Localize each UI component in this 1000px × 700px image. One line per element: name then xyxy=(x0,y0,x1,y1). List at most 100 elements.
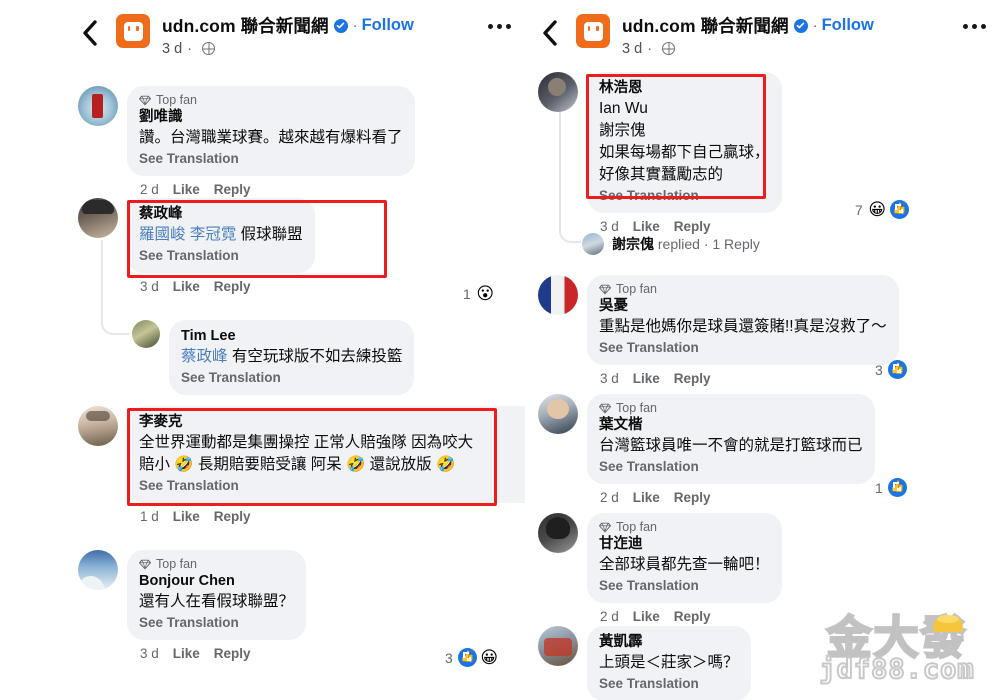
reply-button[interactable]: Reply xyxy=(674,371,711,386)
like-thumb-icon: 👍 xyxy=(887,478,907,497)
reply-button[interactable]: Reply xyxy=(674,219,711,234)
reaction-summary[interactable]: 3 👍 xyxy=(875,360,907,379)
see-translation-link[interactable]: See Translation xyxy=(139,247,303,266)
post-timestamp: 3 d xyxy=(162,40,183,57)
right-post-panel: udn.com 聯合新聞網 · Follow 3 d · 林浩恩 Ian Wu … xyxy=(530,0,1000,700)
commenter-name[interactable]: 葉文楷 xyxy=(599,416,863,435)
reply-button[interactable]: Reply xyxy=(214,509,251,524)
page-name[interactable]: udn.com 聯合新聞網 xyxy=(622,13,789,38)
commenter-name[interactable]: 蔡政峰 xyxy=(139,205,303,224)
top-fan-badge: Top fan xyxy=(139,557,294,571)
avatar[interactable] xyxy=(78,86,118,126)
commenter-name[interactable]: 吳憂 xyxy=(599,297,887,316)
comment-text: 蔡政峰 有空玩球版不如去練投籃 xyxy=(181,346,402,368)
mention-link[interactable]: 李冠霓 xyxy=(190,226,237,243)
reply-button[interactable]: Reply xyxy=(214,279,251,294)
mention-link[interactable]: Ian Wu xyxy=(599,98,770,120)
kebab-dot xyxy=(488,24,493,29)
page-name[interactable]: udn.com 聯合新聞網 xyxy=(162,13,329,38)
follow-button[interactable]: Follow xyxy=(822,16,874,35)
mention-link[interactable]: 蔡政峰 xyxy=(181,348,228,365)
reaction-summary[interactable]: 7 😀 👍 xyxy=(855,200,909,219)
back-button[interactable] xyxy=(536,12,562,54)
like-button[interactable]: Like xyxy=(633,490,660,505)
commenter-name[interactable]: 甘迮迪 xyxy=(599,535,770,554)
reply-button[interactable]: Reply xyxy=(214,182,251,197)
avatar[interactable] xyxy=(538,72,578,112)
commenter-name[interactable]: 林浩恩 xyxy=(599,79,770,98)
like-button[interactable]: Like xyxy=(633,219,660,234)
comment-item: Top fan 葉文楷 台灣籃球員唯一不會的就是打籃球而已 See Transl… xyxy=(538,394,875,505)
comment-actions: 2 d Like Reply xyxy=(587,484,875,505)
like-button[interactable]: Like xyxy=(173,509,200,524)
follow-button[interactable]: Follow xyxy=(362,16,414,35)
see-translation-link[interactable]: See Translation xyxy=(139,477,525,496)
like-button[interactable]: Like xyxy=(633,609,660,624)
comment-item: 蔡政峰 羅國峻 李冠霓 假球聯盟 See Translation 3 d Lik… xyxy=(78,198,315,294)
replier-name[interactable]: 謝宗傀 xyxy=(612,236,654,252)
comment-bubble: Top fan 劉唯識 讚。台灣職業球賽。越來越有爆料看了 See Transl… xyxy=(127,86,415,177)
haha-emoji-icon: 😀 xyxy=(868,200,887,219)
like-button[interactable]: Like xyxy=(173,182,200,197)
avatar[interactable] xyxy=(78,550,118,590)
replied-indicator-row[interactable]: 謝宗傀 replied · 1 Reply xyxy=(582,233,760,255)
page-avatar[interactable] xyxy=(116,14,150,48)
gem-icon xyxy=(139,559,151,569)
comment-text-line: 如果每場都下自己贏球， xyxy=(599,144,770,162)
reaction-summary[interactable]: 1 😮 xyxy=(463,284,495,303)
mention-link[interactable]: 謝宗傀 xyxy=(599,120,770,142)
reaction-summary[interactable]: 3 👍 😀 xyxy=(445,648,499,667)
avatar[interactable] xyxy=(582,233,604,255)
post-meta-dot: · xyxy=(187,40,193,57)
comment-text-line: 好像其實蠶勵志的 xyxy=(599,166,724,184)
avatar[interactable] xyxy=(538,394,578,434)
reply-count[interactable]: 1 Reply xyxy=(712,236,759,252)
like-thumb-icon: 👍 xyxy=(889,200,909,219)
chevron-left-icon xyxy=(82,20,97,46)
see-translation-link[interactable]: See Translation xyxy=(599,577,770,596)
commenter-name[interactable]: Bonjour Chen xyxy=(139,572,294,591)
gold-ingot-icon xyxy=(933,615,963,632)
commenter-name[interactable]: 劉唯識 xyxy=(139,108,403,127)
back-button[interactable] xyxy=(76,12,102,54)
page-avatar[interactable] xyxy=(576,14,610,48)
see-translation-link[interactable]: See Translation xyxy=(599,458,863,477)
comment-item: Top fan 甘迮迪 全部球員都先查一輪吧！ See Translation … xyxy=(538,513,782,624)
like-button[interactable]: Like xyxy=(173,646,200,661)
see-translation-link[interactable]: See Translation xyxy=(599,339,887,358)
header-separator: · xyxy=(812,17,818,34)
avatar[interactable] xyxy=(78,406,118,446)
like-button[interactable]: Like xyxy=(633,371,660,386)
chevron-left-icon xyxy=(542,20,557,46)
comment-bubble: 黃凱霹 上頭是＜莊家＞嗎？ See Translation xyxy=(587,626,751,700)
like-button[interactable]: Like xyxy=(173,279,200,294)
gem-icon xyxy=(599,522,611,532)
reply-button[interactable]: Reply xyxy=(214,646,251,661)
avatar[interactable] xyxy=(538,626,578,666)
reply-button[interactable]: Reply xyxy=(674,490,711,505)
see-translation-link[interactable]: See Translation xyxy=(599,187,770,206)
reply-button[interactable]: Reply xyxy=(674,609,711,624)
see-translation-link[interactable]: See Translation xyxy=(181,369,402,388)
avatar[interactable] xyxy=(538,275,578,315)
comment-text: 上頭是＜莊家＞嗎？ xyxy=(599,654,739,672)
post-options-button[interactable] xyxy=(488,10,519,29)
watermark-domain: jdf88.com xyxy=(818,653,975,686)
avatar[interactable] xyxy=(78,198,118,238)
watermark-logo: 金大發 xyxy=(802,608,992,665)
see-translation-link[interactable]: See Translation xyxy=(599,675,739,694)
kebab-dot xyxy=(963,24,968,29)
see-translation-link[interactable]: See Translation xyxy=(139,150,403,169)
post-header-text: udn.com 聯合新聞網 · Follow 3 d · xyxy=(162,10,488,57)
post-options-button[interactable] xyxy=(963,10,994,29)
avatar[interactable] xyxy=(538,513,578,553)
commenter-name[interactable]: 李麥克 xyxy=(139,413,525,432)
see-translation-link[interactable]: See Translation xyxy=(139,614,294,633)
commenter-name[interactable]: Tim Lee xyxy=(181,327,402,346)
kebab-dot xyxy=(972,24,977,29)
comment-text-run: 有空玩球版不如去練投籃 xyxy=(231,348,403,366)
avatar[interactable] xyxy=(132,320,160,348)
reaction-summary[interactable]: 1 👍 xyxy=(875,478,907,497)
commenter-name[interactable]: 黃凱霹 xyxy=(599,633,739,652)
mention-link[interactable]: 羅國峻 xyxy=(139,226,186,243)
